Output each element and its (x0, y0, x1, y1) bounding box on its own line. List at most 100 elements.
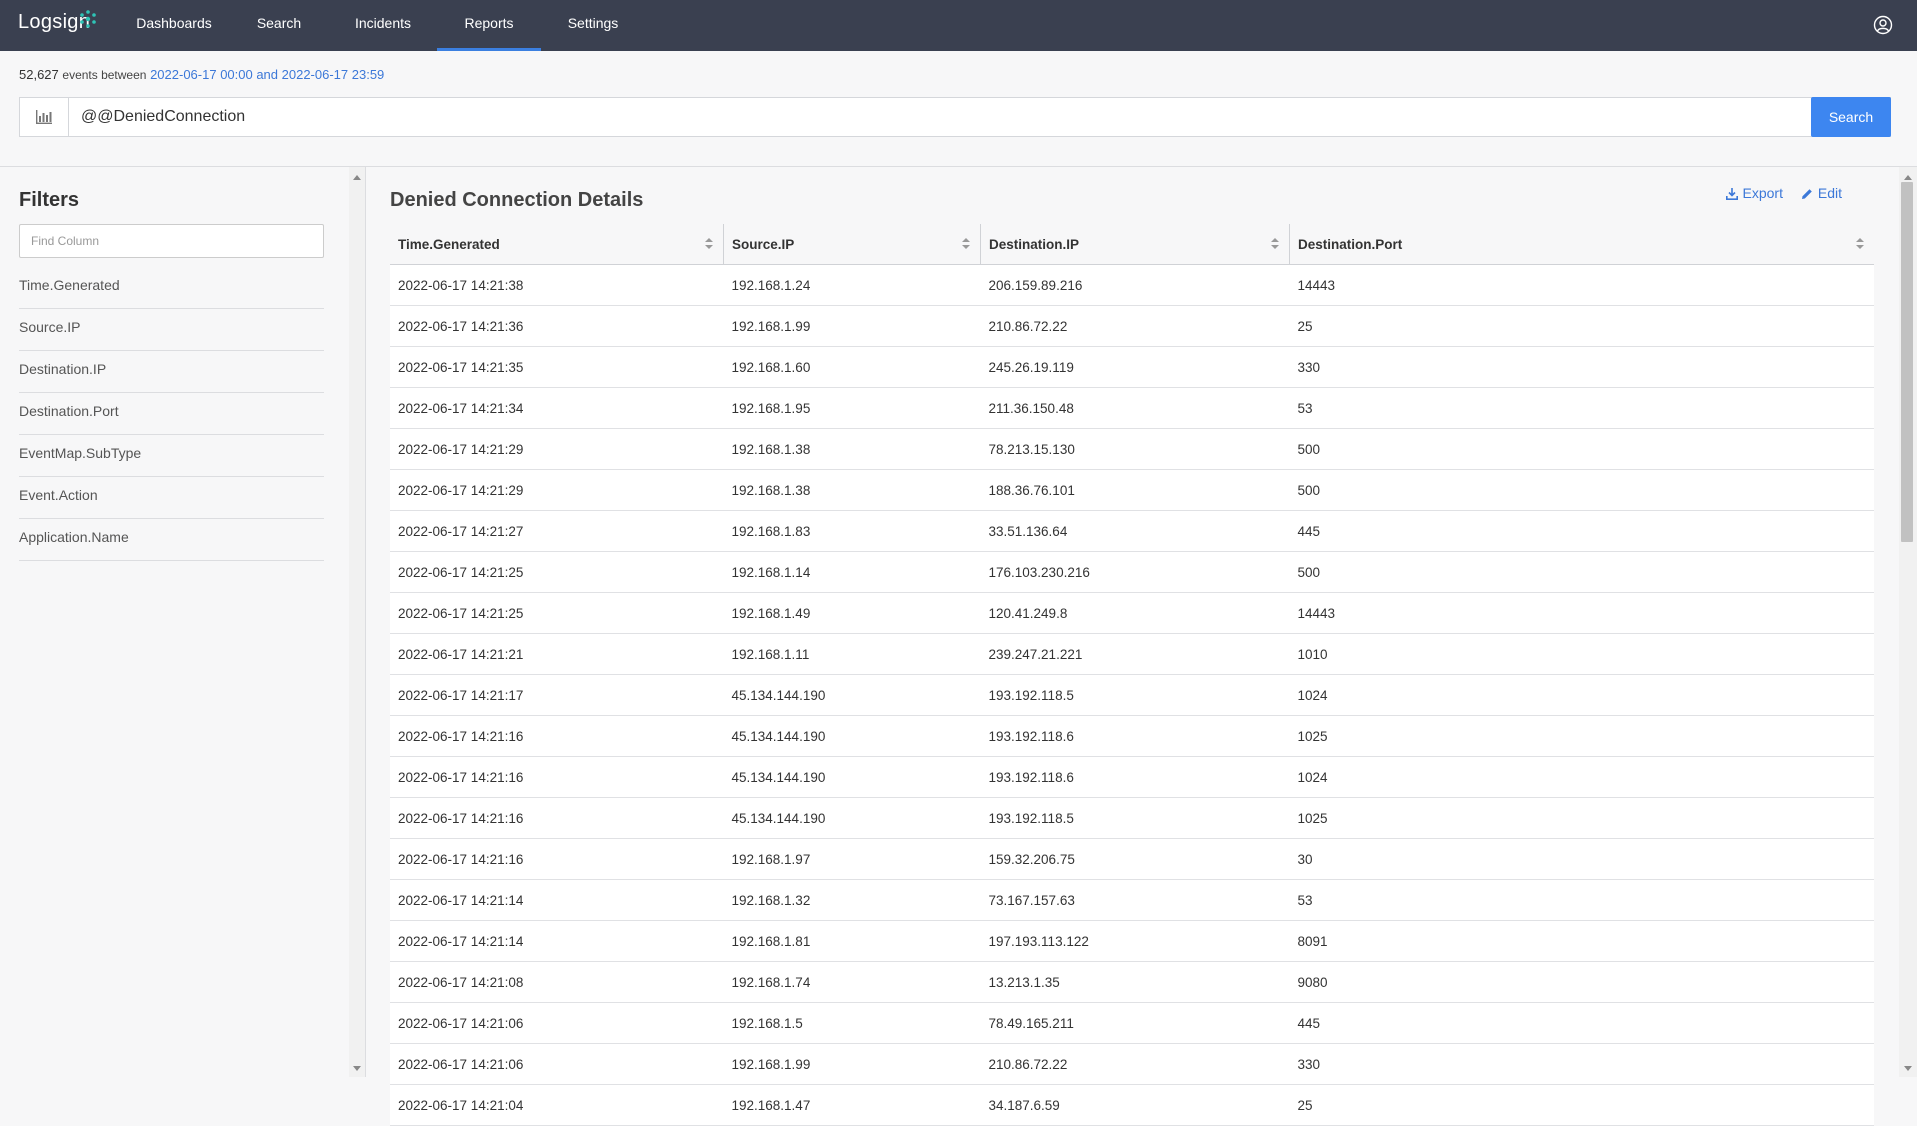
scroll-down-arrow-icon[interactable] (353, 1066, 361, 1071)
edit-button[interactable]: Edit (1801, 185, 1842, 201)
find-column-input[interactable] (19, 224, 324, 258)
filter-item-destination-ip[interactable]: Destination.IP (19, 351, 324, 393)
report-actions: Export Edit (1712, 185, 1842, 201)
user-circle-icon[interactable] (1873, 15, 1893, 35)
table-row[interactable]: 2022-06-17 14:21:21 192.168.1.11 239.247.2… (390, 633, 1874, 675)
table-row[interactable]: 2022-06-17 14:21:29 192.168.1.38 78.213.15… (390, 428, 1874, 470)
nav-incidents[interactable]: Incidents (340, 0, 426, 51)
nav-reports[interactable]: Reports (437, 0, 541, 51)
table-row[interactable]: 2022-06-17 14:21:14 192.168.1.32 73.167.15… (390, 879, 1874, 921)
nav-search[interactable]: Search (241, 0, 317, 51)
table-row[interactable]: 2022-06-17 14:21:17 45.134.144.190 193.192… (390, 674, 1874, 716)
cell-destination-ip: 193.192.118.6 (980, 756, 1290, 798)
cell-destination-ip: 193.192.118.5 (980, 797, 1290, 839)
cell-time-generated: 2022-06-17 14:21:35 (390, 346, 724, 388)
column-header-label: Time.Generated (398, 236, 500, 252)
report-scrollbar[interactable] (1899, 167, 1917, 1077)
table-row[interactable]: 2022-06-17 14:21:06 192.168.1.99 210.86.72… (390, 1043, 1874, 1085)
export-button[interactable]: Export (1725, 185, 1787, 201)
sort-icon[interactable] (1271, 238, 1279, 250)
cell-destination-ip: 73.167.157.63 (980, 879, 1290, 921)
cell-time-generated: 2022-06-17 14:21:21 (390, 633, 724, 675)
table-row[interactable]: 2022-06-17 14:21:16 192.168.1.97 159.32.20… (390, 838, 1874, 880)
table-row[interactable]: 2022-06-17 14:21:35 192.168.1.60 245.26.19… (390, 346, 1874, 388)
cell-destination-port: 1025 (1289, 797, 1874, 839)
sort-icon[interactable] (962, 238, 970, 250)
cell-time-generated: 2022-06-17 14:21:25 (390, 592, 724, 634)
column-header-destination-port[interactable]: Destination.Port (1289, 224, 1874, 265)
cell-destination-ip: 239.247.21.221 (980, 633, 1290, 675)
table-row[interactable]: 2022-06-17 14:21:16 45.134.144.190 193.192… (390, 756, 1874, 798)
column-header-label: Source.IP (732, 236, 795, 252)
cell-source-ip: 192.168.1.5 (723, 1002, 981, 1044)
cell-destination-port: 1024 (1289, 674, 1874, 716)
column-header-label: Destination.IP (989, 236, 1080, 252)
cell-time-generated: 2022-06-17 14:21:34 (390, 387, 724, 429)
table-row[interactable]: 2022-06-17 14:21:16 45.134.144.190 193.192… (390, 715, 1874, 757)
cell-destination-port: 25 (1289, 305, 1874, 347)
sort-icon[interactable] (1856, 238, 1864, 250)
table-row[interactable]: 2022-06-17 14:21:16 45.134.144.190 193.192… (390, 797, 1874, 839)
filter-item-time-generated[interactable]: Time.Generated (19, 267, 324, 309)
date-range-link[interactable]: 2022-06-17 00:00 and 2022-06-17 23:59 (150, 67, 384, 82)
column-header-time-generated[interactable]: Time.Generated (390, 224, 724, 265)
cell-destination-ip: 193.192.118.6 (980, 715, 1290, 757)
chart-toggle-button[interactable] (20, 98, 69, 136)
search-button[interactable]: Search (1811, 97, 1891, 137)
filter-item-source-ip[interactable]: Source.IP (19, 309, 324, 351)
cell-destination-ip: 78.49.165.211 (980, 1002, 1290, 1044)
table-row[interactable]: 2022-06-17 14:21:04 192.168.1.47 34.187.6.… (390, 1084, 1874, 1126)
scroll-down-arrow-icon[interactable] (1904, 1066, 1912, 1071)
cell-destination-ip: 13.213.1.35 (980, 961, 1290, 1003)
table-row[interactable]: 2022-06-17 14:21:36 192.168.1.99 210.86.72… (390, 305, 1874, 347)
cell-destination-port: 1025 (1289, 715, 1874, 757)
cell-destination-ip: 210.86.72.22 (980, 1043, 1290, 1085)
table-row[interactable]: 2022-06-17 14:21:14 192.168.1.81 197.193.1… (390, 920, 1874, 962)
cell-source-ip: 192.168.1.81 (723, 920, 981, 962)
scrollbar-thumb[interactable] (1901, 182, 1913, 542)
cell-destination-ip: 33.51.136.64 (980, 510, 1290, 552)
nav-dashboards[interactable]: Dashboards (125, 0, 223, 51)
table-row[interactable]: 2022-06-17 14:21:25 192.168.1.49 120.41.24… (390, 592, 1874, 634)
table-row[interactable]: 2022-06-17 14:21:34 192.168.1.95 211.36.15… (390, 387, 1874, 429)
cell-source-ip: 192.168.1.47 (723, 1084, 981, 1126)
filter-item-application-name[interactable]: Application.Name (19, 519, 324, 561)
scroll-up-arrow-icon[interactable] (1904, 175, 1912, 180)
table-row[interactable]: 2022-06-17 14:21:29 192.168.1.38 188.36.76… (390, 469, 1874, 511)
search-query-input[interactable] (69, 98, 1829, 136)
cell-time-generated: 2022-06-17 14:21:14 (390, 879, 724, 921)
filter-item-destination-port[interactable]: Destination.Port (19, 393, 324, 435)
table-row[interactable]: 2022-06-17 14:21:27 192.168.1.83 33.51.136… (390, 510, 1874, 552)
filters-scrollbar[interactable] (349, 167, 366, 1077)
table-row[interactable]: 2022-06-17 14:21:38 192.168.1.24 206.159.8… (390, 264, 1874, 306)
filters-title: Filters (19, 189, 80, 211)
cell-destination-port: 25 (1289, 1084, 1874, 1126)
column-header-destination-ip[interactable]: Destination.IP (980, 224, 1290, 265)
filter-item-event-action[interactable]: Event.Action (19, 477, 324, 519)
cell-time-generated: 2022-06-17 14:21:29 (390, 428, 724, 470)
cell-source-ip: 192.168.1.60 (723, 346, 981, 388)
scroll-up-arrow-icon[interactable] (353, 175, 361, 180)
table-row[interactable]: 2022-06-17 14:21:25 192.168.1.14 176.103.2… (390, 551, 1874, 593)
sort-icon[interactable] (705, 238, 713, 250)
nav-settings[interactable]: Settings (555, 0, 631, 51)
cell-destination-port: 445 (1289, 510, 1874, 552)
column-header-source-ip[interactable]: Source.IP (723, 224, 981, 265)
cell-source-ip: 192.168.1.99 (723, 1043, 981, 1085)
logo[interactable]: Logsign (18, 10, 96, 41)
table-row[interactable]: 2022-06-17 14:21:06 192.168.1.5 78.49.165.… (390, 1002, 1874, 1044)
events-between-label: events between (62, 68, 147, 82)
cell-time-generated: 2022-06-17 14:21:25 (390, 551, 724, 593)
cell-source-ip: 192.168.1.32 (723, 879, 981, 921)
filter-item-eventmap-subtype[interactable]: EventMap.SubType (19, 435, 324, 477)
cell-destination-port: 1010 (1289, 633, 1874, 675)
cell-time-generated: 2022-06-17 14:21:17 (390, 674, 724, 716)
table-row[interactable]: 2022-06-17 14:21:08 192.168.1.74 13.213.1.… (390, 961, 1874, 1003)
download-icon (1725, 188, 1738, 200)
cell-destination-port: 14443 (1289, 592, 1874, 634)
export-label: Export (1742, 185, 1783, 201)
cell-source-ip: 192.168.1.74 (723, 961, 981, 1003)
cell-time-generated: 2022-06-17 14:21:08 (390, 961, 724, 1003)
cell-destination-port: 500 (1289, 469, 1874, 511)
cell-source-ip: 192.168.1.14 (723, 551, 981, 593)
